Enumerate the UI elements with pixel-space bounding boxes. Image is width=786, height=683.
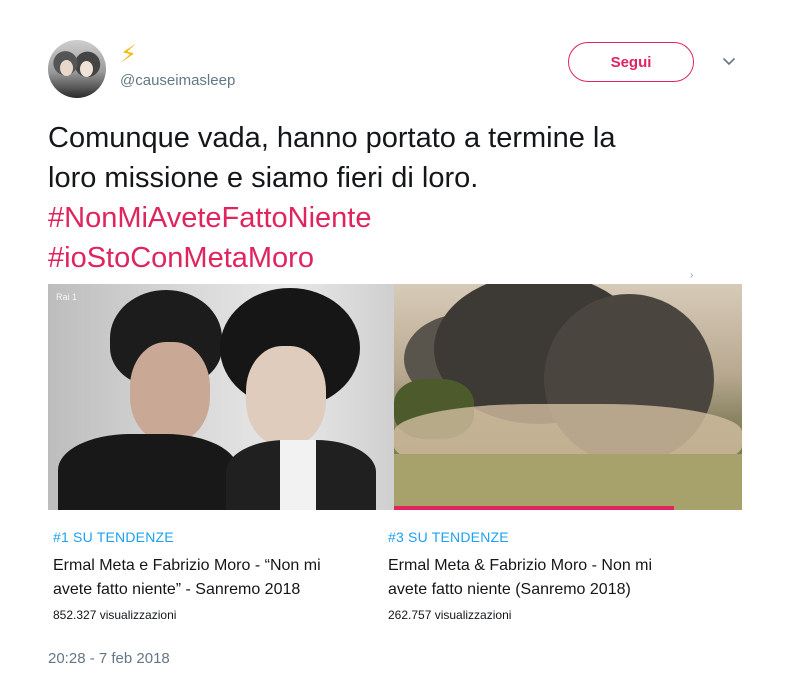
video-card[interactable]: Rai 1 #1 SU TENDENZE Ermal Meta e Fabriz… xyxy=(48,284,394,634)
tweet-header: ⚡ @causeimasleep Segui xyxy=(48,40,748,100)
tweet-timestamp[interactable]: 20:28 - 7 feb 2018 xyxy=(48,650,170,667)
video-card[interactable]: #3 SU TENDENZE Ermal Meta & Fabrizio Mor… xyxy=(388,284,742,634)
video-title[interactable]: Ermal Meta e Fabrizio Moro - “Non mi ave… xyxy=(53,554,343,602)
tweet-text-line: Comunque vada, hanno portato a termine l… xyxy=(48,122,616,154)
watch-progress-bar xyxy=(394,506,674,510)
video-carousel: Rai 1 #1 SU TENDENZE Ermal Meta e Fabriz… xyxy=(48,284,742,634)
view-count: 262.757 visualizzazioni xyxy=(388,608,512,622)
tweet-text-line: loro missione e siamo fieri di loro. xyxy=(48,162,479,194)
hashtag-link[interactable]: #ioStoConMetaMoro xyxy=(48,238,748,278)
trending-rank: #3 SU TENDENZE xyxy=(388,529,509,545)
view-count: 852.327 visualizzazioni xyxy=(53,608,177,622)
hashtag-link[interactable]: #NonMiAveteFattoNiente xyxy=(48,198,748,238)
video-thumbnail[interactable] xyxy=(394,284,742,510)
trending-rank: #1 SU TENDENZE xyxy=(53,529,174,545)
video-title[interactable]: Ermal Meta & Fabrizio Moro - Non mi avet… xyxy=(388,554,678,602)
display-name[interactable]: ⚡ xyxy=(120,42,137,68)
chevron-down-icon[interactable] xyxy=(720,52,738,70)
carousel-next-indicator[interactable]: › xyxy=(690,270,693,281)
channel-logo: Rai 1 xyxy=(56,292,78,302)
tweet-text: Comunque vada, hanno portato a termine l… xyxy=(48,118,748,278)
user-handle[interactable]: @causeimasleep xyxy=(120,72,235,89)
follow-button[interactable]: Segui xyxy=(568,42,694,82)
video-thumbnail[interactable]: Rai 1 xyxy=(48,284,394,510)
avatar[interactable] xyxy=(48,40,106,98)
